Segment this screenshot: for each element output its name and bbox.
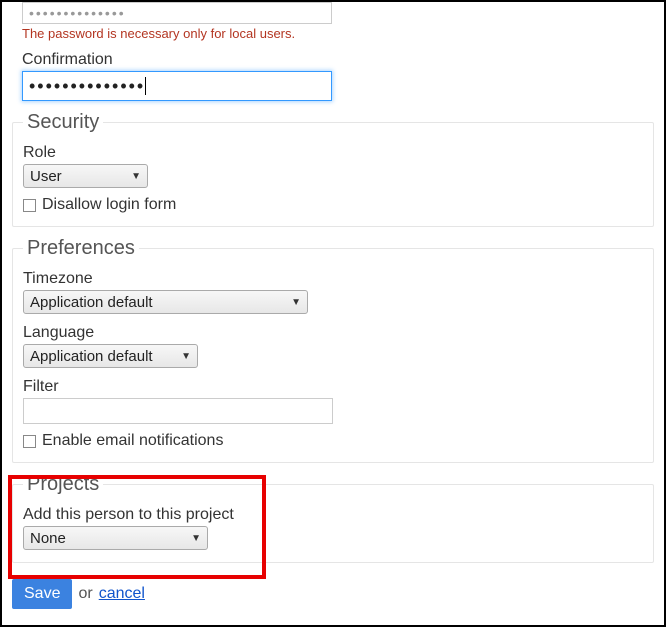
chevron-down-icon: ▼ <box>291 297 301 308</box>
role-value: User <box>30 168 62 185</box>
role-select[interactable]: User ▼ <box>23 164 148 188</box>
preferences-legend: Preferences <box>23 237 139 260</box>
confirmation-label: Confirmation <box>22 51 654 69</box>
chevron-down-icon: ▼ <box>131 171 141 182</box>
add-project-label: Add this person to this project <box>23 506 643 524</box>
timezone-value: Application default <box>30 294 153 311</box>
security-fieldset: Security Role User ▼ Disallow login form <box>12 111 654 227</box>
cancel-link[interactable]: cancel <box>99 585 145 603</box>
chevron-down-icon: ▼ <box>181 351 191 362</box>
projects-legend: Projects <box>23 473 103 496</box>
add-project-value: None <box>30 530 66 547</box>
email-notifications-label: Enable email notifications <box>42 432 223 450</box>
preferences-fieldset: Preferences Timezone Application default… <box>12 237 654 463</box>
timezone-label: Timezone <box>23 270 643 288</box>
projects-fieldset: Projects Add this person to this project… <box>12 473 654 563</box>
email-notifications-row[interactable]: Enable email notifications <box>23 432 643 450</box>
credentials-block: •••••••••••••• The password is necessary… <box>12 2 654 101</box>
email-notifications-checkbox[interactable] <box>23 435 36 448</box>
confirmation-mask: •••••••••••••• <box>29 76 145 97</box>
add-project-select[interactable]: None ▼ <box>23 526 208 550</box>
filter-label: Filter <box>23 378 643 396</box>
password-helper: The password is necessary only for local… <box>22 26 654 41</box>
confirmation-input[interactable]: •••••••••••••• <box>22 71 332 101</box>
disallow-login-label: Disallow login form <box>42 196 176 214</box>
form-actions: Save or cancel <box>12 579 654 609</box>
security-legend: Security <box>23 111 103 134</box>
user-form: •••••••••••••• The password is necessary… <box>0 0 666 627</box>
chevron-down-icon: ▼ <box>191 533 201 544</box>
language-value: Application default <box>30 348 153 365</box>
text-caret <box>145 77 146 95</box>
disallow-login-row[interactable]: Disallow login form <box>23 196 643 214</box>
role-label: Role <box>23 144 643 162</box>
password-input[interactable]: •••••••••••••• <box>22 2 332 24</box>
password-mask: •••••••••••••• <box>29 5 126 21</box>
language-select[interactable]: Application default ▼ <box>23 344 198 368</box>
save-button[interactable]: Save <box>12 579 72 609</box>
or-text: or <box>78 585 92 603</box>
disallow-login-checkbox[interactable] <box>23 199 36 212</box>
language-label: Language <box>23 324 643 342</box>
filter-input[interactable] <box>23 398 333 424</box>
timezone-select[interactable]: Application default ▼ <box>23 290 308 314</box>
